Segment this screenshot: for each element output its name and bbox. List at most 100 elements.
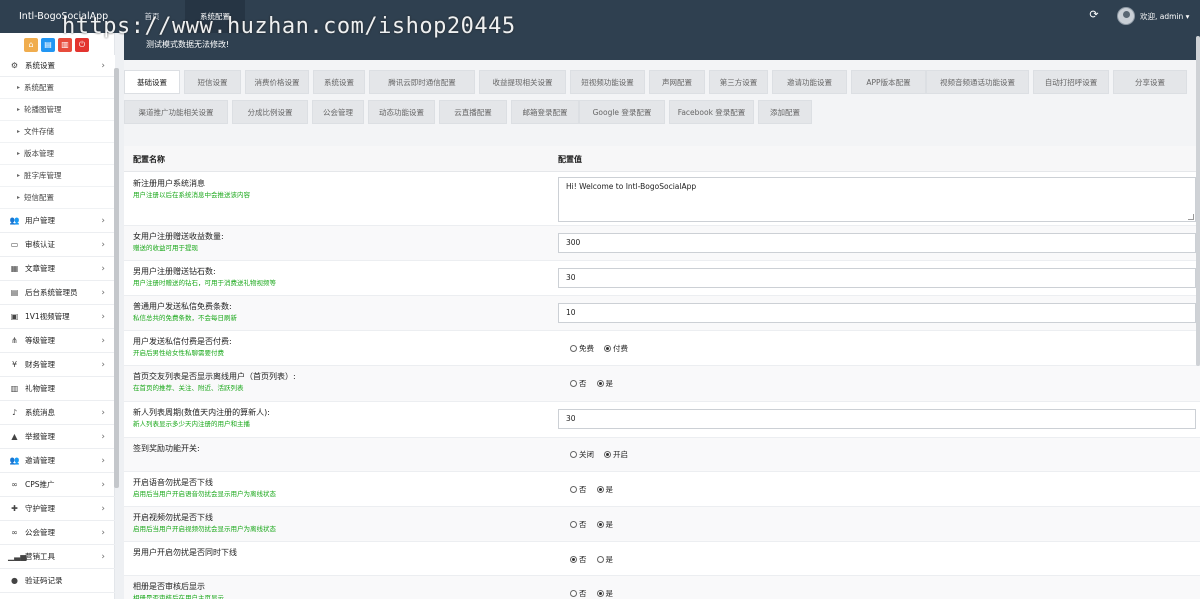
radio-option[interactable]: 否 xyxy=(570,554,587,565)
radio-option[interactable]: 开启 xyxy=(604,449,628,460)
radio-checked-icon[interactable] xyxy=(596,380,604,387)
tab-config[interactable]: 基础设置 xyxy=(124,70,180,94)
tab-config[interactable]: 自动打招呼设置 xyxy=(1033,70,1109,94)
config-input[interactable]: 30 xyxy=(558,268,1196,288)
radio-checked-icon[interactable] xyxy=(604,345,611,352)
radio-unchecked-icon[interactable] xyxy=(570,590,577,597)
radio-unchecked-icon[interactable] xyxy=(596,556,604,563)
radio-option[interactable]: 免费 xyxy=(570,343,594,354)
config-input[interactable]: 10 xyxy=(558,303,1196,323)
radio-option[interactable]: 是 xyxy=(596,519,613,530)
radio-option[interactable]: 是 xyxy=(596,484,613,495)
sidebar-section[interactable]: ▦ 文章管理 › xyxy=(0,257,115,281)
tab-config[interactable]: 分成比例设置 xyxy=(232,100,308,124)
sidebar-subitem[interactable]: ▸ 轮播图管理 xyxy=(0,99,115,121)
avatar[interactable] xyxy=(1117,7,1135,25)
radio-option[interactable]: 付费 xyxy=(604,343,628,354)
tab-config[interactable]: 消费价格设置 xyxy=(245,70,309,94)
radio-unchecked-icon[interactable] xyxy=(570,451,577,458)
config-name: 用户发送私信付费是否付费: xyxy=(133,337,232,346)
refresh-icon[interactable]: ⟳ xyxy=(1088,9,1100,21)
nav-tab-home[interactable]: 首页 xyxy=(132,0,172,33)
radio-option[interactable]: 关闭 xyxy=(570,449,594,460)
sidebar-subitem[interactable]: ▸ 系统配置 xyxy=(0,77,115,99)
radio-unchecked-icon[interactable] xyxy=(570,486,577,493)
radio-option[interactable]: 否 xyxy=(570,484,587,495)
radio-unchecked-icon[interactable] xyxy=(570,345,577,352)
radio-checked-icon[interactable] xyxy=(570,556,577,563)
caret-right-icon: ▸ xyxy=(17,194,21,201)
radio-option[interactable]: 是 xyxy=(596,378,614,389)
sidebar-section[interactable]: ¥ 财务管理 › xyxy=(0,353,115,377)
sidebar-subitem[interactable]: ▸ 短信配置 xyxy=(0,187,115,209)
tab-config[interactable]: 公会管理 xyxy=(312,100,364,124)
radio-option[interactable]: 是 xyxy=(596,588,613,599)
sidebar-section[interactable]: ✚ 守护管理 › xyxy=(0,497,115,521)
sidebar-section[interactable]: ∞ CPS推广 › xyxy=(0,473,115,497)
tab-config[interactable]: 短信设置 xyxy=(184,70,241,94)
sidebar-section[interactable]: ● 验证码记录 xyxy=(0,569,115,593)
tab-config[interactable]: 渠道推广功能相关设置 xyxy=(124,100,228,124)
tab-config[interactable]: 视频音频通话功能设置 xyxy=(926,70,1029,94)
radio-label: 否 xyxy=(579,485,587,494)
tab-config[interactable]: 动态功能设置 xyxy=(368,100,435,124)
user-menu[interactable]: 欢迎, admin ▾ xyxy=(1140,11,1189,22)
radio-option[interactable]: 是 xyxy=(596,554,613,565)
radio-checked-icon[interactable] xyxy=(604,451,611,458)
radio-unchecked-icon[interactable] xyxy=(570,380,577,387)
radio-checked-icon[interactable] xyxy=(596,521,604,528)
sidebar-section[interactable]: ▭ 审核认证 › xyxy=(0,233,115,257)
sidebar-section[interactable]: 👥 邀请管理 › xyxy=(0,449,115,473)
tab-config[interactable]: Facebook 登录配置 xyxy=(669,100,754,124)
sidebar-section[interactable]: ▥ 礼物管理 xyxy=(0,377,115,401)
yen-icon: ¥ xyxy=(11,360,18,369)
sidebar-subitem[interactable]: ▸ 文件存储 xyxy=(0,121,115,143)
sidebar-section[interactable]: 👥 用户管理 › xyxy=(0,209,115,233)
sidebar-section[interactable]: ▲ 举报管理 › xyxy=(0,425,115,449)
trash-icon[interactable]: ▥ xyxy=(58,38,72,52)
tab-config[interactable]: 系统设置 xyxy=(313,70,365,94)
tab-config[interactable]: 短视频功能设置 xyxy=(570,70,645,94)
radio-checked-icon[interactable] xyxy=(596,486,604,493)
tab-config[interactable]: 邀请功能设置 xyxy=(772,70,847,94)
sidebar-subitem[interactable]: ▸ 脏字库管理 xyxy=(0,165,115,187)
tab-config[interactable]: 第三方设置 xyxy=(709,70,768,94)
document-icon[interactable]: ▤ xyxy=(41,38,55,52)
radio-unchecked-icon[interactable] xyxy=(570,521,577,528)
radio-option[interactable]: 否 xyxy=(570,588,587,599)
brand-title[interactable]: Intl-BogoSocialApp xyxy=(0,0,124,33)
tab-config[interactable]: 收益提现相关设置 xyxy=(479,70,566,94)
radio-option[interactable]: 否 xyxy=(570,519,587,530)
id-card-icon: ▭ xyxy=(10,240,19,249)
tab-config[interactable]: Google 登录配置 xyxy=(579,100,665,124)
radio-checked-icon[interactable] xyxy=(596,590,604,597)
sidebar-section[interactable]: ▣ 1V1视频管理 › xyxy=(0,305,115,329)
sidebar-section[interactable]: ♪ 系统消息 › xyxy=(0,401,115,425)
sidebar-section-system-settings[interactable]: ⚙ 系统设置 › xyxy=(0,55,115,77)
power-icon[interactable]: ⏻ xyxy=(75,38,89,52)
page-scrollbar[interactable] xyxy=(1196,36,1200,366)
home-icon[interactable]: ⌂ xyxy=(24,38,38,52)
tab-config[interactable]: 分享设置 xyxy=(1113,70,1187,94)
sidebar-section[interactable]: ∞ 公会管理 › xyxy=(0,521,115,545)
tab-config[interactable]: 添加配置 xyxy=(758,100,812,124)
tab-config[interactable]: 邮箱登录配置 xyxy=(511,100,579,124)
nav-tab-system-config[interactable]: 系统配置 xyxy=(185,0,245,33)
radio-label: 是 xyxy=(605,379,614,388)
sidebar-scrollbar[interactable] xyxy=(114,68,119,488)
sidebar-section[interactable]: ▁▃▅ 营销工具 › xyxy=(0,545,115,569)
table-row: 男用户开启勿扰是否同时下线否是 xyxy=(124,542,1200,576)
config-name: 女用户注册赠送收益数量: xyxy=(133,232,224,241)
config-input[interactable]: 300 xyxy=(558,233,1196,253)
config-textarea[interactable]: Hi! Welcome to Intl-BogoSocialApp xyxy=(558,177,1196,222)
sidebar-section[interactable]: ▤ 后台系统管理员 › xyxy=(0,281,115,305)
tab-config[interactable]: APP版本配置 xyxy=(851,70,926,94)
sidebar-section[interactable]: ⋔ 等级管理 › xyxy=(0,329,115,353)
tab-config[interactable]: 腾讯云即时通信配置 xyxy=(369,70,475,94)
config-name: 新人列表周期(数值天内注册的算新人): xyxy=(133,408,270,417)
tab-config[interactable]: 声网配置 xyxy=(649,70,705,94)
tab-config[interactable]: 云直播配置 xyxy=(439,100,507,124)
config-input[interactable]: 30 xyxy=(558,409,1196,429)
radio-option[interactable]: 否 xyxy=(570,378,587,389)
sidebar-subitem[interactable]: ▸ 版本管理 xyxy=(0,143,115,165)
